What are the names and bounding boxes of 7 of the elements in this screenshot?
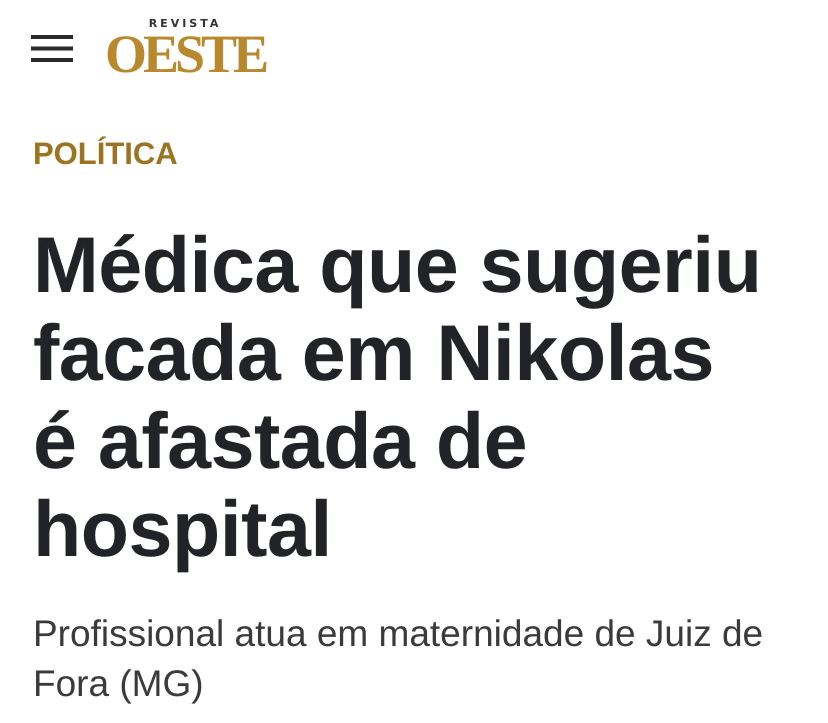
section-label: POLÍTICA [33, 136, 179, 172]
menu-button[interactable] [31, 35, 73, 62]
subtitle: Profissional atua em maternidade de Juiz de Fora (MG) [33, 612, 764, 706]
menu-icon [31, 35, 73, 62]
headline: Médica que sugeriu facada em Nikolas é afastada de hospital [33, 221, 763, 573]
logo-wordmark[interactable]: OESTE [105, 32, 266, 76]
logo-overline: REVISTA [148, 18, 222, 30]
